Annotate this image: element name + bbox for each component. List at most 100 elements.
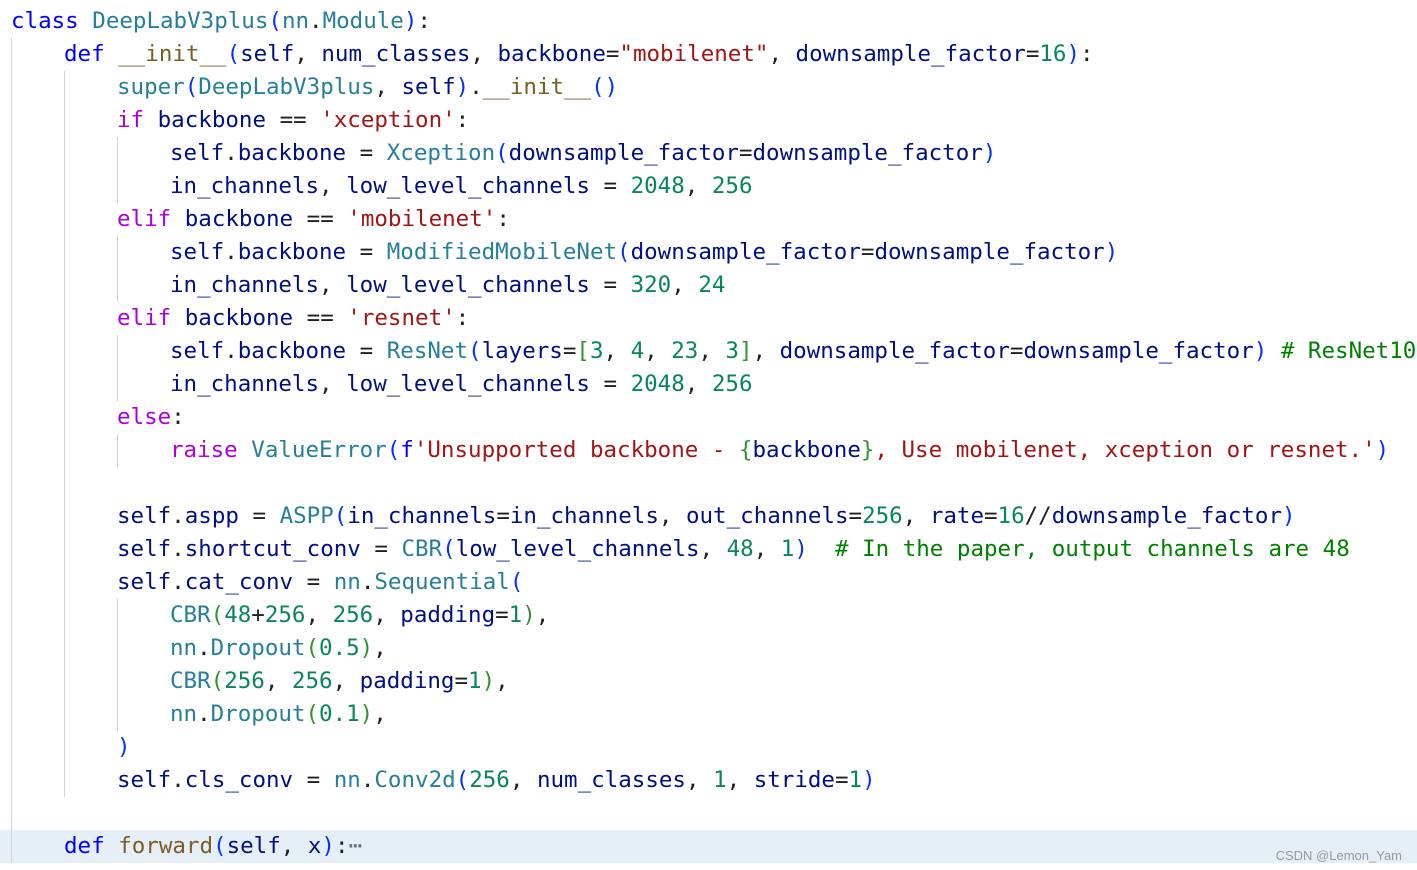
- indent-guide: [11, 170, 12, 203]
- code-token: =: [306, 767, 321, 793]
- code-token: ,: [373, 635, 387, 661]
- code-token: ): [1066, 41, 1081, 67]
- code-token: (: [509, 569, 524, 595]
- indent-guide: [11, 71, 12, 104]
- code-token: CBR: [170, 668, 211, 694]
- code-token: =: [495, 602, 509, 628]
- code-token: ): [522, 602, 536, 628]
- code-line[interactable]: elif backbone == 'resnet':: [11, 302, 1417, 335]
- code-token: 48: [224, 602, 252, 628]
- code-line[interactable]: super(DeepLabV3plus, self).__init__(): [11, 71, 1417, 104]
- code-token: ,: [294, 41, 322, 67]
- code-token: 256: [332, 602, 374, 628]
- indent-guide: [11, 599, 12, 632]
- code-token: stride: [753, 767, 835, 793]
- code-token: ,: [373, 701, 387, 727]
- code-token: ): [359, 635, 374, 661]
- code-line[interactable]: CBR(48+256, 256, padding=1),: [11, 599, 1417, 632]
- code-token: backbone: [237, 338, 347, 364]
- code-token: downsample_factor: [874, 239, 1105, 265]
- code-line[interactable]: ): [11, 731, 1417, 764]
- code-token: ): [794, 536, 808, 562]
- code-token: 0.1: [319, 701, 360, 727]
- code-token: .: [360, 767, 375, 793]
- code-token: padding: [400, 602, 496, 628]
- code-token: ,: [319, 371, 347, 397]
- code-line[interactable]: raise ValueError(f'Unsupported backbone …: [11, 434, 1417, 467]
- code-token: ,: [902, 503, 930, 529]
- code-token: x: [307, 833, 322, 859]
- code-token: (: [442, 536, 456, 562]
- code-line[interactable]: class DeepLabV3plus(nn.Module):: [11, 5, 1417, 38]
- code-token: raise: [170, 437, 238, 463]
- indent-guide: [11, 764, 12, 797]
- indent-guide: [11, 665, 12, 698]
- indent-guide: [11, 566, 12, 599]
- code-token: self: [170, 338, 225, 364]
- code-token: 256: [264, 602, 306, 628]
- indent-guide: [117, 269, 118, 302]
- code-token: f: [400, 437, 414, 463]
- code-token: 3: [725, 338, 739, 364]
- code-token: cat_conv: [184, 569, 294, 595]
- code-line[interactable]: self.cat_conv = nn.Sequential(: [11, 566, 1417, 599]
- code-line[interactable]: in_channels, low_level_channels = 2048, …: [11, 170, 1417, 203]
- code-token: downsample_factor: [508, 140, 739, 166]
- code-line[interactable]: CBR(256, 256, padding=1),: [11, 665, 1417, 698]
- code-line[interactable]: in_channels, low_level_channels = 2048, …: [11, 368, 1417, 401]
- indent-guide: [117, 368, 118, 401]
- code-line[interactable]: self.backbone = Xception(downsample_fact…: [11, 137, 1417, 170]
- indent-guide: [64, 203, 65, 236]
- code-line[interactable]: def forward(self, x):⋯: [0, 830, 1417, 863]
- code-token: 0.5: [319, 635, 360, 661]
- code-token: =: [1009, 338, 1024, 364]
- code-token: def: [64, 833, 105, 859]
- indent-guide: [64, 269, 65, 302]
- code-line[interactable]: self.aspp = ASPP(in_channels=in_channels…: [11, 500, 1417, 533]
- code-token: ValueError: [251, 437, 387, 463]
- code-line[interactable]: [11, 467, 1417, 500]
- code-line[interactable]: self.shortcut_conv = CBR(low_level_chann…: [11, 533, 1417, 566]
- indent-guide: [11, 500, 12, 533]
- indent-guide: [11, 236, 12, 269]
- fold-ellipsis-icon[interactable]: ⋯: [348, 833, 362, 859]
- indent-guide: [11, 104, 12, 137]
- code-line[interactable]: if backbone == 'xception':: [11, 104, 1417, 137]
- code-line[interactable]: self.backbone = ResNet(layers=[3, 4, 23,…: [11, 335, 1417, 368]
- code-line[interactable]: elif backbone == 'mobilenet':: [11, 203, 1417, 236]
- code-line[interactable]: in_channels, low_level_channels = 320, 2…: [11, 269, 1417, 302]
- indent-guide: [11, 302, 12, 335]
- code-token: def: [64, 41, 105, 67]
- code-token: # In the paper, output channels are 48: [834, 536, 1350, 562]
- code-token: in_channels: [170, 371, 320, 397]
- code-token: ,: [509, 767, 537, 793]
- code-line[interactable]: else:: [11, 401, 1417, 434]
- code-token: 256: [862, 503, 903, 529]
- code-line[interactable]: self.backbone = ModifiedMobileNet(downsa…: [11, 236, 1417, 269]
- code-line[interactable]: nn.Dropout(0.1),: [11, 698, 1417, 731]
- code-token: super: [117, 74, 185, 100]
- code-line[interactable]: [11, 797, 1417, 830]
- code-line[interactable]: nn.Dropout(0.5),: [11, 632, 1417, 665]
- code-token: =: [359, 338, 374, 364]
- code-token: DeepLabV3plus: [198, 74, 375, 100]
- code-token: rate: [929, 503, 984, 529]
- code-area[interactable]: class DeepLabV3plus(nn.Module): def __ini…: [0, 5, 1417, 863]
- code-token: low_level_channels: [346, 371, 590, 397]
- code-token: __init__: [118, 41, 227, 67]
- code-line[interactable]: self.cls_conv = nn.Conv2d(256, num_class…: [11, 764, 1417, 797]
- code-token: .: [171, 536, 185, 562]
- code-token: aspp: [184, 503, 239, 529]
- code-token: (: [184, 74, 199, 100]
- code-line[interactable]: def __init__(self, num_classes, backbone…: [11, 38, 1417, 71]
- code-token: .: [197, 701, 211, 727]
- code-token: }: [860, 437, 875, 463]
